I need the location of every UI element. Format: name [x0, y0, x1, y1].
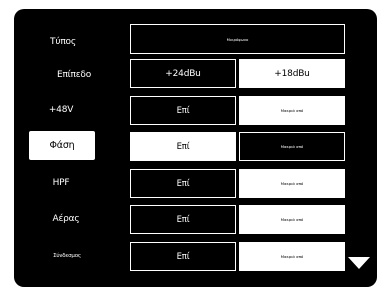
label-phase-selected[interactable]: Φάση — [29, 131, 95, 160]
label-air: Αέρας — [52, 214, 80, 224]
label-type: Τύπος — [50, 37, 76, 47]
air-off-button[interactable]: Μακριά από — [239, 205, 345, 234]
label-phantom: +48V — [48, 105, 74, 115]
link-on-button[interactable]: Επί — [130, 242, 236, 271]
type-microphone-button[interactable]: Μικρόφωνο — [130, 24, 345, 54]
label-link: Σύνδεσμος — [53, 253, 81, 259]
phase-off-button[interactable]: Μακριά από — [239, 132, 345, 161]
down-triangle-icon[interactable] — [348, 257, 370, 269]
level-24dbu-button[interactable]: +24dBu — [130, 59, 236, 88]
level-18dbu-button[interactable]: +18dBu — [239, 59, 345, 88]
air-on-button[interactable]: Επί — [130, 205, 236, 234]
hpf-on-button[interactable]: Επί — [130, 169, 236, 198]
phantom-off-button[interactable]: Μακριά από — [239, 96, 345, 125]
label-level: Επίπεδο — [56, 70, 92, 80]
link-off-button[interactable]: Μακριά από — [239, 242, 345, 271]
phantom-on-button[interactable]: Επί — [130, 96, 236, 125]
hpf-off-button[interactable]: Μακριά από — [239, 169, 345, 198]
label-hpf: HPF — [52, 178, 70, 188]
phase-on-button[interactable]: Επί — [130, 132, 236, 161]
